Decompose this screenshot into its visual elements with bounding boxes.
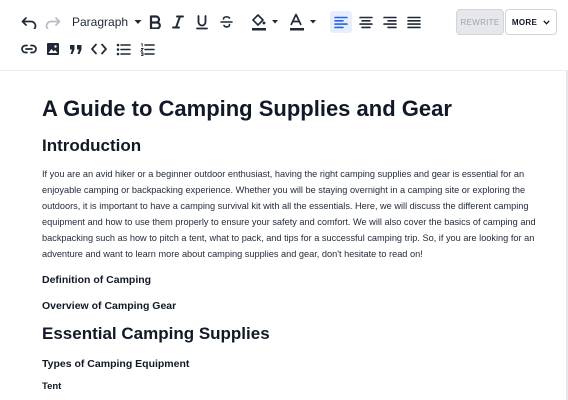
text-color-icon: [290, 13, 316, 31]
redo-icon: [45, 17, 61, 29]
numbered-list-button[interactable]: [136, 38, 158, 60]
align-left-icon: [334, 16, 348, 28]
more-button[interactable]: MORE: [505, 9, 557, 35]
align-justify-icon: [407, 16, 421, 28]
numbered-list-icon: [139, 42, 155, 56]
chevron-down-icon: [134, 20, 142, 24]
image-icon: [47, 43, 59, 55]
chevron-down-icon: [543, 19, 550, 25]
align-justify-button[interactable]: [403, 11, 425, 33]
rewrite-button[interactable]: REWRITE: [456, 9, 504, 35]
document-page[interactable]: A Guide to Camping Supplies and Gear Int…: [10, 71, 558, 400]
more-label: MORE: [511, 17, 538, 27]
text-color-button[interactable]: [286, 11, 320, 33]
align-center-button[interactable]: [355, 11, 377, 33]
align-right-icon: [383, 16, 397, 28]
editor-toolbar: Paragraph REWRITE MORE: [0, 0, 568, 71]
fill-color-button[interactable]: [248, 11, 282, 33]
image-button[interactable]: [42, 38, 64, 60]
heading-definition-of-camping[interactable]: Definition of Camping: [42, 274, 151, 286]
undo-icon: [21, 17, 37, 29]
quote-icon: [70, 44, 82, 54]
fill-color-icon: [252, 14, 278, 31]
heading-types-of-camping-equipment[interactable]: Types of Camping Equipment: [42, 358, 189, 370]
link-button[interactable]: [18, 38, 40, 60]
heading-introduction[interactable]: Introduction: [42, 136, 141, 156]
strikethrough-button[interactable]: [216, 11, 236, 33]
strikethrough-icon: [219, 16, 233, 28]
paragraph-style-label: Paragraph: [72, 15, 129, 29]
bold-icon: [149, 15, 161, 29]
italic-icon: [172, 15, 184, 29]
link-icon: [21, 44, 37, 54]
redo-button[interactable]: [42, 11, 64, 33]
intro-paragraph[interactable]: If you are an avid hiker or a beginner o…: [42, 166, 542, 263]
code-icon: [91, 43, 107, 55]
underline-button[interactable]: [192, 11, 212, 33]
bullet-list-icon: [116, 43, 131, 55]
italic-button[interactable]: [168, 11, 188, 33]
paragraph-style-select[interactable]: Paragraph: [72, 10, 142, 34]
rewrite-label: REWRITE: [460, 17, 500, 27]
quote-button[interactable]: [65, 38, 87, 60]
code-button[interactable]: [88, 38, 110, 60]
align-left-button[interactable]: [330, 11, 352, 33]
align-right-button[interactable]: [379, 11, 401, 33]
align-center-icon: [359, 16, 373, 28]
heading-overview-of-camping-gear[interactable]: Overview of Camping Gear: [42, 300, 176, 312]
bold-button[interactable]: [145, 11, 165, 33]
heading-essential-camping-supplies[interactable]: Essential Camping Supplies: [42, 324, 270, 344]
undo-button[interactable]: [18, 11, 40, 33]
underline-icon: [196, 14, 208, 29]
bullet-list-button[interactable]: [112, 38, 134, 60]
heading-tent[interactable]: Tent: [42, 381, 61, 392]
document-title[interactable]: A Guide to Camping Supplies and Gear: [42, 96, 452, 122]
editor-content-area[interactable]: A Guide to Camping Supplies and Gear Int…: [0, 71, 568, 400]
